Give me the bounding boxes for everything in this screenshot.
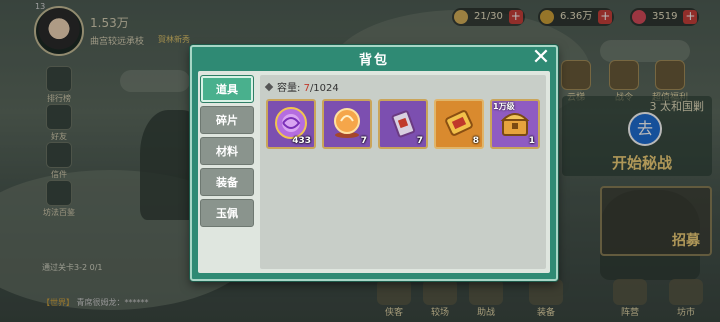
tab-items[interactable]: 道具 [200, 75, 254, 103]
capacity-row: 容量: 7/1024 [264, 79, 339, 94]
tab-equipment[interactable]: 装备 [200, 168, 254, 196]
close-icon: ✕ [531, 45, 551, 70]
tab-jade[interactable]: 玉佩 [200, 199, 254, 227]
item-count: 1 [528, 136, 535, 146]
item-slot[interactable]: 1万级 1 [490, 99, 540, 149]
tab-materials[interactable]: 材料 [200, 137, 254, 165]
item-slot[interactable]: 7 [322, 99, 372, 149]
dialog-title: 背包 [358, 53, 389, 68]
item-grid: 433 7 7 8 1万级 1 [266, 99, 540, 149]
inventory-panel: 容量: 7/1024 433 7 7 8 1万级 1 [260, 75, 546, 269]
item-tag: 1万级 [493, 102, 515, 111]
tab-fragments[interactable]: 碎片 [200, 106, 254, 134]
close-button[interactable]: ✕ [530, 47, 552, 69]
gold-scroll-icon [445, 110, 473, 136]
item-slot[interactable]: 8 [434, 99, 484, 149]
category-tabs: 道具 碎片 材料 装备 玉佩 [200, 75, 256, 230]
item-slot[interactable]: 7 [378, 99, 428, 149]
item-count: 433 [292, 136, 311, 146]
capacity-max: /1024 [309, 83, 339, 94]
golden-sphere-icon [334, 108, 360, 138]
diamond-icon [264, 82, 274, 92]
item-count: 8 [472, 136, 479, 146]
backpack-dialog: 背包 ✕ 道具 碎片 材料 装备 玉佩 容量: 7/1024 433 7 7 8… [190, 45, 558, 281]
item-count: 7 [416, 136, 423, 146]
dialog-body: 道具 碎片 材料 装备 玉佩 容量: 7/1024 433 7 7 8 1万级 … [198, 71, 550, 273]
item-slot[interactable]: 433 [266, 99, 316, 149]
capacity-label: 容量: [277, 83, 301, 94]
token-tag-icon [391, 110, 416, 138]
item-count: 7 [360, 136, 367, 146]
